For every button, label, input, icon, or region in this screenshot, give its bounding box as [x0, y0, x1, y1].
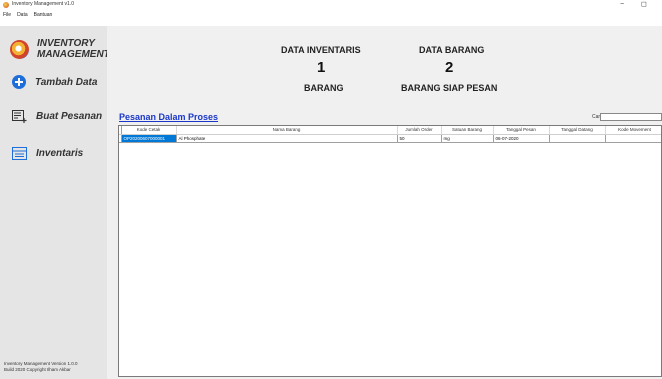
- sidebar-item-label: Inventaris: [36, 148, 84, 159]
- column-header[interactable]: Jumlah Order: [397, 126, 442, 135]
- table-cell[interactable]: mg: [441, 134, 494, 143]
- content-panel: Pesanan Dalam Proses Cari Kode Cetak Nam…: [107, 106, 662, 379]
- stat-barang-value: 2: [445, 59, 454, 76]
- logo-icon: [10, 40, 29, 59]
- stats-header: DATA INVENTARIS 1 BARANG DATA BARANG 2 B…: [107, 26, 662, 106]
- table-cell[interactable]: [605, 134, 661, 143]
- logo-line-2: MANAGEMENT: [37, 49, 110, 60]
- table-row[interactable]: OP20200607000001 Al Phosphate 50 mg 06-0…: [119, 134, 661, 143]
- orders-grid: Kode Cetak Nama Barang Jumlah Order Satu…: [119, 126, 661, 143]
- sidebar-item-tambah-data[interactable]: Tambah Data: [12, 75, 97, 89]
- app-logo-text: INVENTORY MANAGEMENT: [37, 38, 110, 60]
- menu-file[interactable]: File: [3, 11, 11, 19]
- stat-inventaris-title: DATA INVENTARIS: [281, 45, 361, 55]
- column-header[interactable]: Tanggal Pesan: [493, 126, 550, 135]
- minimize-button[interactable]: −: [620, 0, 624, 10]
- stat-inventaris-value: 1: [317, 59, 326, 76]
- menu-bantuan[interactable]: Bantuan: [34, 11, 53, 19]
- app-icon: [3, 2, 9, 8]
- column-header[interactable]: Nama Barang: [176, 126, 398, 135]
- orders-table[interactable]: Kode Cetak Nama Barang Jumlah Order Satu…: [118, 125, 662, 377]
- list-icon: [12, 147, 27, 160]
- stat-barang-title: DATA BARANG: [419, 45, 485, 55]
- table-cell[interactable]: Al Phosphate: [176, 134, 398, 143]
- table-cell[interactable]: OP20200607000001: [121, 134, 177, 143]
- menu-bar: File Data Bantuan: [0, 11, 52, 19]
- logo-line-1: INVENTORY: [37, 38, 95, 49]
- maximize-button[interactable]: ◻: [641, 0, 647, 10]
- version-line-2: Build 2020 Copyright Ilham Akbar: [4, 367, 71, 372]
- panel-title[interactable]: Pesanan Dalam Proses: [119, 112, 218, 122]
- column-header[interactable]: Kode Cetak: [121, 126, 177, 135]
- sidebar-item-label: Buat Pesanan: [36, 111, 103, 122]
- plus-circle-icon: [12, 75, 26, 89]
- version-info: Inventory Management Version 1.0.0 Build…: [4, 361, 78, 373]
- title-bar: Inventory Management v1.0 − ◻: [0, 0, 662, 10]
- window-title: Inventory Management v1.0: [12, 1, 74, 7]
- sidebar-item-label: Tambah Data: [35, 76, 98, 88]
- add-list-icon: [12, 110, 27, 123]
- menu-data[interactable]: Data: [17, 11, 28, 19]
- stat-inventaris-unit: BARANG: [304, 83, 344, 93]
- column-header[interactable]: Tanggal Datang: [549, 126, 606, 135]
- stat-barang-unit: BARANG SIAP PESAN: [401, 83, 498, 93]
- table-header-row: Kode Cetak Nama Barang Jumlah Order Satu…: [119, 126, 661, 135]
- table-cell[interactable]: 06-07-2020: [493, 134, 550, 143]
- sidebar-item-buat-pesanan[interactable]: Buat Pesanan: [12, 110, 102, 123]
- sidebar-item-inventaris[interactable]: Inventaris: [12, 147, 83, 160]
- column-header[interactable]: Kode Movement: [605, 126, 661, 135]
- sidebar: INVENTORY MANAGEMENT Tambah Data Buat Pe…: [0, 26, 110, 379]
- column-header[interactable]: Satuan Barang: [441, 126, 494, 135]
- table-cell[interactable]: 50: [397, 134, 442, 143]
- table-cell[interactable]: [549, 134, 606, 143]
- search-input[interactable]: [600, 113, 662, 121]
